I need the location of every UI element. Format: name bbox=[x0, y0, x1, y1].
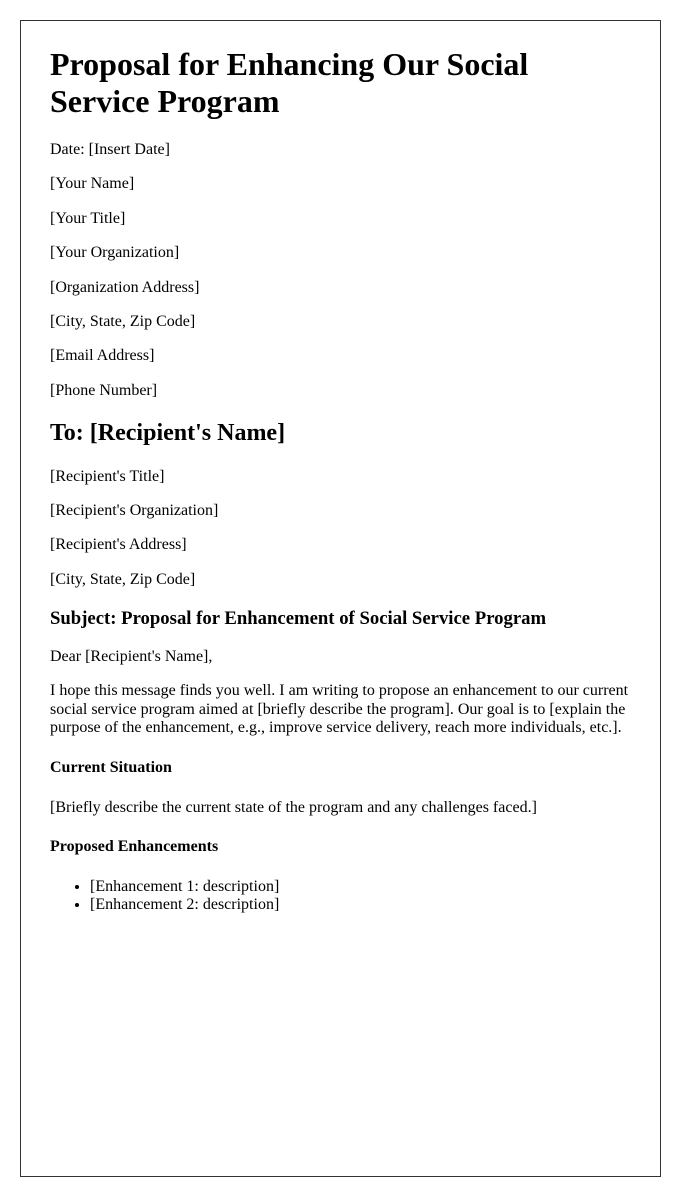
proposed-enhancements-heading: Proposed Enhancements bbox=[50, 838, 219, 856]
current-situation-body: [Briefly describe the current state of t… bbox=[50, 798, 537, 816]
list-item: [Enhancement 1: description] bbox=[90, 878, 630, 896]
recipient-address: [Recipient's Address] bbox=[50, 536, 187, 554]
sender-city-state-zip: [City, State, Zip Code] bbox=[50, 312, 196, 330]
sender-title: [Your Title] bbox=[50, 209, 126, 227]
enhancements-list: [Enhancement 1: description] [Enhancemen… bbox=[50, 878, 630, 915]
current-situation-heading: Current Situation bbox=[50, 758, 172, 776]
date-line: Date: [Insert Date] bbox=[50, 141, 170, 159]
sender-name: [Your Name] bbox=[50, 175, 135, 193]
sender-phone: [Phone Number] bbox=[50, 381, 158, 399]
sender-address: [Organization Address] bbox=[50, 278, 200, 296]
salutation: Dear [Recipient's Name], bbox=[50, 648, 213, 666]
proposal-letter: Proposal for Enhancing Our Social Servic… bbox=[20, 20, 661, 1177]
sender-organization: [Your Organization] bbox=[50, 244, 180, 262]
recipient-heading: To: [Recipient's Name] bbox=[50, 420, 286, 447]
subject-heading: Subject: Proposal for Enhancement of Soc… bbox=[50, 607, 547, 629]
list-item: [Enhancement 2: description] bbox=[90, 896, 630, 914]
recipient-city-state-zip: [City, State, Zip Code] bbox=[50, 570, 196, 588]
recipient-organization: [Recipient's Organization] bbox=[50, 501, 219, 519]
recipient-title: [Recipient's Title] bbox=[50, 467, 165, 485]
intro-paragraph: I hope this message finds you well. I am… bbox=[50, 682, 629, 737]
sender-email: [Email Address] bbox=[50, 347, 155, 365]
document-title: Proposal for Enhancing Our Social Servic… bbox=[50, 46, 529, 119]
